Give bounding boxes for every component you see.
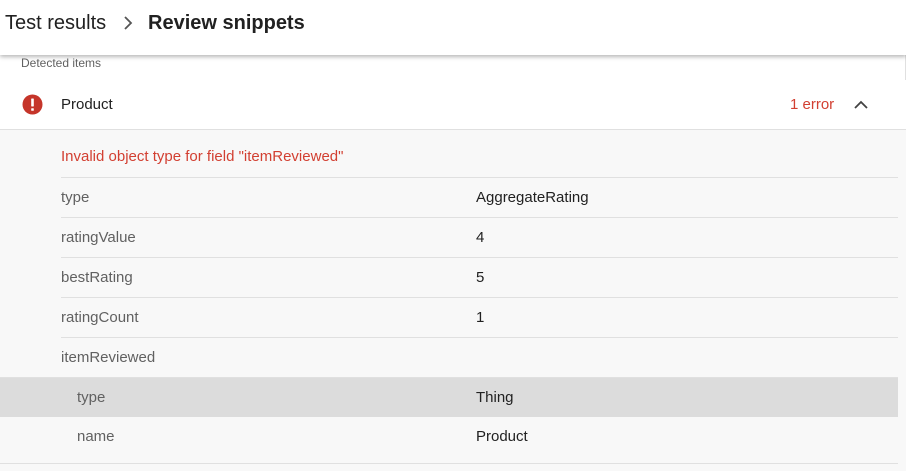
nested-property-row: name Product [61, 417, 898, 457]
property-key: bestRating [61, 269, 133, 286]
property-row: type AggregateRating [61, 177, 898, 217]
property-key: name [77, 428, 115, 445]
top-bar: Test results Review snippets [0, 0, 906, 55]
property-key: ratingValue [61, 229, 136, 246]
page-title: Review snippets [148, 12, 305, 34]
nested-property-row: type Thing [0, 377, 898, 417]
property-value: Thing [476, 389, 514, 406]
detected-item-product[interactable]: Product 1 error [0, 80, 906, 130]
property-row: ratingCount 1 [61, 297, 898, 337]
section-label: Detected items [21, 56, 102, 70]
property-key: type [61, 189, 90, 206]
breadcrumb-test-results[interactable]: Test results [5, 10, 106, 36]
error-message: Invalid object type for field "itemRevie… [61, 148, 344, 165]
property-key: itemReviewed [61, 349, 156, 366]
property-value: 4 [476, 229, 485, 246]
property-key: ratingCount [61, 309, 139, 326]
property-value: 5 [476, 269, 485, 286]
error-count-badge: 1 error [790, 96, 835, 113]
property-key: type [77, 389, 106, 406]
chevron-up-icon[interactable] [852, 97, 870, 111]
chevron-right-icon [124, 16, 133, 30]
error-icon [22, 94, 43, 115]
property-value: AggregateRating [476, 189, 589, 206]
property-row: itemReviewed [61, 337, 898, 377]
property-row: ratingValue 4 [61, 217, 898, 257]
item-title: Product [61, 96, 113, 113]
item-details-panel: Invalid object type for field "itemRevie… [0, 130, 906, 471]
property-row: bestRating 5 [61, 257, 898, 297]
property-value: Product [476, 428, 528, 445]
divider [0, 463, 898, 464]
property-value: 1 [476, 309, 485, 326]
